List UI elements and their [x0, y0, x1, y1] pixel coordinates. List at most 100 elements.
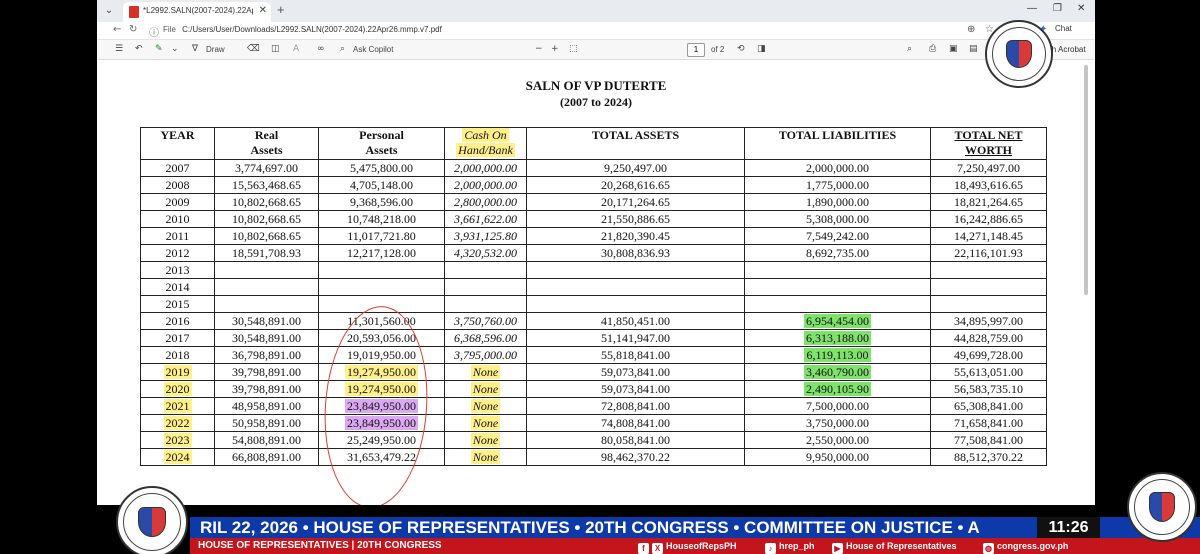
back-icon[interactable]: ← — [113, 24, 121, 35]
undo-icon[interactable]: ↶ — [135, 44, 143, 54]
rotate-icon[interactable]: ⟲ — [737, 44, 745, 54]
social-fbx-handle: HouseofRepsPH — [666, 541, 737, 551]
maximize-icon[interactable]: ❐ — [1053, 3, 1062, 14]
fit-page-icon[interactable]: ⬚ — [569, 44, 578, 54]
read-aloud-icon[interactable]: A — [293, 44, 299, 54]
cell-real-assets-text: 10,802,668.65 — [232, 195, 301, 209]
header-net-line2: WORTH — [965, 143, 1012, 157]
cell-year-text: 2007 — [165, 161, 190, 175]
tab-pdf[interactable]: *L2992.SALN(2007-2024).22Apr26.mmp.v7.pd… — [123, 2, 271, 22]
social-tiktok: ♪ hrep_ph — [765, 538, 815, 554]
cell-total-liabilities: 1,890,000.00 — [744, 193, 931, 211]
draw-button[interactable]: Draw — [206, 45, 225, 54]
cell-total-assets — [526, 278, 745, 296]
header-personal-assets: Personal Assets — [318, 127, 445, 160]
cell-total-liabilities — [744, 261, 931, 279]
cell-year: 2011 — [140, 227, 215, 245]
cell-net-worth-text: 65,308,841.00 — [954, 399, 1023, 413]
cell-real-assets: 30,548,891.00 — [214, 312, 319, 330]
cell-personal-assets: 19,274,950.00 — [318, 380, 445, 398]
zoom-in-icon[interactable]: + — [551, 44, 559, 54]
save-as-icon[interactable]: ▤ — [969, 44, 978, 54]
minimize-icon[interactable]: — — [1027, 3, 1037, 14]
cell-total-liabilities: 6,954,454.00 — [744, 312, 931, 330]
highlight-icon[interactable]: ✎ — [155, 44, 163, 54]
cell-personal-assets: 31,653,479.22 — [318, 448, 445, 466]
cell-personal-assets: 20,593,056.00 — [318, 329, 445, 347]
chat-button[interactable]: Chat — [1055, 24, 1072, 33]
url-field[interactable]: File C:/Users/User/Downloads/L2992.SALN(… — [163, 25, 442, 34]
close-tab-icon[interactable]: ✕ — [259, 5, 267, 16]
cell-total-assets: 98,462,370.22 — [526, 448, 745, 466]
header-cash-line1: Cash On — [462, 128, 509, 142]
cell-year: 2023 — [140, 431, 215, 449]
cell-total-assets: 80,058,841.00 — [526, 431, 745, 449]
ask-copilot-button[interactable]: Ask Copilot — [353, 45, 393, 54]
saln-table-body: 2007 3,774,697.00 5,475,800.00 2,000,000.00… — [140, 159, 1047, 466]
cell-year: 2018 — [140, 346, 215, 364]
cell-year-text: 2024 — [163, 450, 192, 464]
cell-year-text: 2012 — [165, 246, 190, 260]
cell-year-text: 2019 — [163, 365, 192, 379]
zoom-out-icon[interactable]: − — [535, 44, 543, 54]
table-row: 2011 10,802,668.65 11,017,721.80 3,931,125.… — [140, 227, 1047, 245]
cell-cash-text: None — [470, 399, 501, 413]
table-row: 2015 — [140, 295, 1047, 313]
cell-net-worth: 71,658,841.00 — [930, 414, 1047, 432]
cell-cash-text: 2,000,000.00 — [454, 178, 517, 192]
cell-total-liabilities-text: 7,500,000.00 — [806, 399, 869, 413]
cell-cash-text: 2,800,000.00 — [454, 195, 517, 209]
social-facebook-x: f X HouseofRepsPH — [638, 538, 737, 554]
cell-total-liabilities: 5,308,000.00 — [744, 210, 931, 228]
cell-year-text: 2021 — [163, 399, 192, 413]
cell-net-worth — [930, 278, 1047, 296]
highlight-dropdown-icon[interactable]: ⌄ — [171, 44, 179, 54]
eraser-icon[interactable]: ⌫ — [247, 44, 260, 54]
search-icon[interactable]: ⌕ — [907, 44, 912, 54]
cell-total-liabilities: 7,549,242.00 — [744, 227, 931, 245]
save-icon[interactable]: ▣ — [949, 44, 958, 54]
contents-icon[interactable]: ☰ — [115, 44, 123, 54]
copilot-icon[interactable]: ⌕ — [340, 44, 345, 54]
translate-icon[interactable]: ∞ — [317, 44, 325, 54]
cell-real-assets: 39,798,891.00 — [214, 363, 319, 381]
table-row: 2018 36,798,891.00 19,019,950.00 3,795,000.… — [140, 346, 1047, 364]
cell-real-assets-text: 39,798,891.00 — [232, 382, 301, 396]
cell-real-assets: 50,958,891.00 — [214, 414, 319, 432]
tab-list-icon[interactable]: ⌄ — [101, 3, 117, 19]
cell-net-worth-text: 77,508,841.00 — [954, 433, 1023, 447]
cell-year: 2008 — [140, 176, 215, 194]
close-window-icon[interactable]: ✕ — [1077, 3, 1085, 14]
cell-real-assets: 10,802,668.65 — [214, 193, 319, 211]
cell-real-assets: 15,563,468.65 — [214, 176, 319, 194]
table-row: 2024 66,808,891.00 31,653,479.22 None 98,462… — [140, 448, 1047, 466]
cell-total-liabilities-text: 1,775,000.00 — [806, 178, 869, 192]
cell-personal-assets-text: 11,017,721.80 — [347, 229, 416, 243]
cell-total-assets: 20,268,616.65 — [526, 176, 745, 194]
cell-cash: 2,000,000.00 — [444, 159, 527, 177]
draw-icon[interactable]: ∇ — [192, 44, 198, 54]
cell-cash-text: 2,000,000.00 — [454, 161, 517, 175]
two-page-icon[interactable]: ◨ — [757, 44, 766, 54]
new-tab-icon[interactable]: + — [277, 2, 285, 17]
cell-total-liabilities: 2,490,105.90 — [744, 380, 931, 398]
cell-year-text: 2009 — [165, 195, 190, 209]
header-personal-line2: Assets — [365, 143, 398, 157]
cell-net-worth: 16,242,886.65 — [930, 210, 1047, 228]
file-info-icon[interactable]: ⓘ — [149, 24, 159, 39]
cell-real-assets-text: 30,548,891.00 — [232, 331, 301, 345]
refresh-icon[interactable]: ↻ — [129, 24, 137, 35]
table-row: 2020 39,798,891.00 19,274,950.00 None 59,073… — [140, 380, 1047, 398]
cell-total-assets: 55,818,841.00 — [526, 346, 745, 364]
cell-real-assets-text: 10,802,668.65 — [232, 212, 301, 226]
cell-year: 2009 — [140, 193, 215, 211]
scrollbar[interactable] — [1084, 65, 1088, 295]
print-icon[interactable]: ⎙ — [929, 44, 936, 54]
zoom-icon[interactable]: ⊕ — [967, 24, 975, 35]
table-row: 2007 3,774,697.00 5,475,800.00 2,000,000.00… — [140, 159, 1047, 177]
cell-net-worth: 56,583,735.10 — [930, 380, 1047, 398]
page-view-icon[interactable]: ◫ — [271, 44, 280, 54]
page-number-input[interactable]: 1 — [687, 43, 705, 57]
cell-total-liabilities-text: 9,950,000.00 — [806, 450, 869, 464]
address-bar: ← ↻ ⓘ File C:/Users/User/Downloads/L2992… — [97, 22, 1095, 40]
